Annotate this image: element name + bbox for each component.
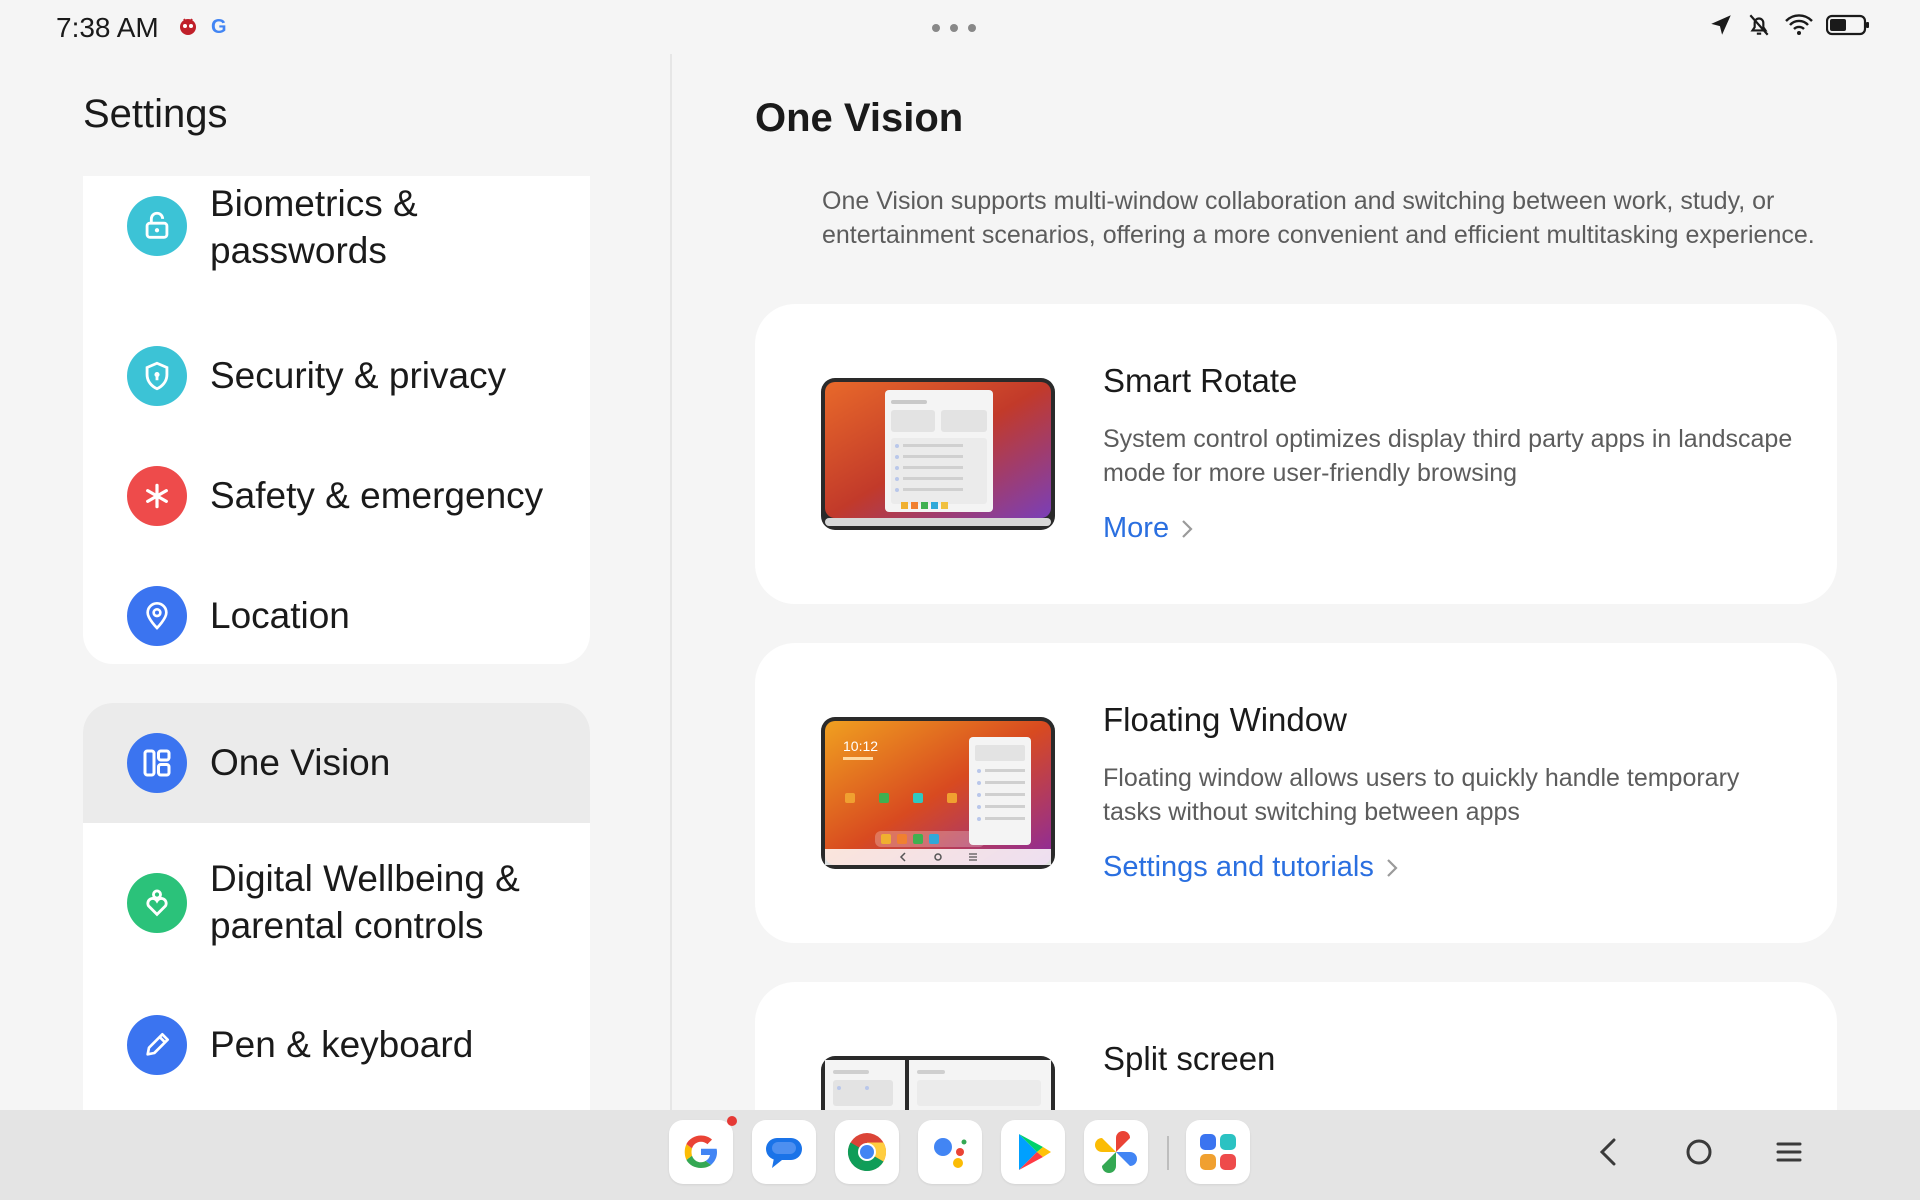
notification-dot <box>727 1116 737 1126</box>
page-title: One Vision <box>755 96 964 140</box>
bell-muted-icon <box>1749 14 1769 36</box>
menu-item-biometrics[interactable]: Biometrics & passwords <box>83 176 590 316</box>
settings-tutorials-label: Settings and tutorials <box>1103 851 1374 883</box>
card-split-screen[interactable]: Split screen <box>755 982 1837 1110</box>
menu-label-security-privacy: Security & privacy <box>210 355 507 396</box>
google-notification-icon: G <box>208 14 232 38</box>
floating-window-clock: 10:12 <box>843 738 878 754</box>
menu-item-digital-wellbeing[interactable]: Digital Wellbeing & parental controls <box>83 823 590 983</box>
wifi-icon <box>1785 14 1813 35</box>
play-store-icon[interactable] <box>1001 1120 1065 1184</box>
back-icon <box>1599 1138 1616 1166</box>
settings-title: Settings <box>83 92 228 136</box>
status-time: 7:38 AM <box>56 12 159 43</box>
assistant-icon[interactable] <box>918 1120 982 1184</box>
page-description: One Vision supports multi-window collabo… <box>822 187 1815 249</box>
card-floating-window[interactable]: 10:12 Floating Window Floating window al… <box>755 643 1837 943</box>
home-button[interactable] <box>1677 1130 1721 1174</box>
taskbar <box>0 1110 1920 1200</box>
chevron-right-icon <box>1387 858 1398 877</box>
chrome-icon[interactable] <box>835 1120 899 1184</box>
settings-group-features: One Vision Digital Wellbeing & parental … <box>83 703 590 1123</box>
card-title-floating-window: Floating Window <box>1103 701 1347 738</box>
card-smart-rotate[interactable]: Smart Rotate System control optimizes di… <box>755 304 1837 604</box>
card-desc-floating-window: Floating window allows users to quickly … <box>1103 764 1740 826</box>
settings-tutorials-link[interactable]: Settings and tutorials <box>1103 851 1400 884</box>
split-screen-illustration <box>821 1056 1055 1110</box>
more-link-label: More <box>1103 512 1170 544</box>
battery-icon <box>1826 14 1869 36</box>
card-title-smart-rotate: Smart Rotate <box>1103 362 1298 399</box>
card-title-split-screen: Split screen <box>1103 1040 1276 1077</box>
menu-item-pen-keyboard[interactable]: Pen & keyboard <box>83 983 590 1103</box>
card-desc-smart-rotate: System control optimizes display third p… <box>1103 425 1793 487</box>
status-icons <box>1708 12 1870 38</box>
more-link[interactable]: More <box>1103 512 1195 545</box>
photos-icon[interactable] <box>1084 1120 1148 1184</box>
menu-label-digital-wellbeing: Digital Wellbeing & parental controls <box>210 858 520 946</box>
google-icon[interactable] <box>669 1116 737 1184</box>
menu-icon <box>1776 1142 1802 1162</box>
notification-app-icon <box>176 14 200 38</box>
pen-icon <box>127 1015 187 1075</box>
window-handle-dots[interactable] <box>932 24 976 32</box>
settings-group-security: Biometrics & passwords Security & privac… <box>83 176 590 664</box>
lock-icon <box>127 196 187 256</box>
location-arrow-icon <box>1711 15 1731 35</box>
menu-label-biometrics: Biometrics & passwords <box>210 183 418 271</box>
menu-item-one-vision[interactable]: One Vision <box>83 703 590 823</box>
dock-separator <box>1167 1136 1169 1170</box>
recents-button[interactable] <box>1767 1130 1811 1174</box>
location-pin-icon <box>127 586 187 646</box>
menu-item-safety-emergency[interactable]: Safety & emergency <box>83 436 590 556</box>
asterisk-icon <box>127 466 187 526</box>
floating-window-illustration: 10:12 <box>821 717 1055 869</box>
menu-item-location[interactable]: Location <box>83 556 590 664</box>
menu-label-location: Location <box>210 595 350 636</box>
back-button[interactable] <box>1586 1130 1630 1174</box>
menu-label-safety-emergency: Safety & emergency <box>210 475 544 516</box>
svg-text:G: G <box>211 16 227 38</box>
messages-icon[interactable] <box>752 1120 816 1184</box>
status-bar: 7:38 AM G <box>0 0 1920 54</box>
menu-item-security-privacy[interactable]: Security & privacy <box>83 316 590 436</box>
menu-label-pen-keyboard: Pen & keyboard <box>210 1024 474 1065</box>
home-icon <box>1686 1139 1712 1165</box>
wellbeing-heart-icon <box>127 873 187 933</box>
app-drawer-icon[interactable] <box>1186 1120 1250 1184</box>
shield-icon <box>127 346 187 406</box>
smart-rotate-illustration <box>821 378 1055 530</box>
one-vision-icon <box>127 733 187 793</box>
panel-divider <box>670 54 672 1110</box>
chevron-right-icon <box>1182 519 1193 538</box>
menu-label-one-vision: One Vision <box>210 742 391 783</box>
